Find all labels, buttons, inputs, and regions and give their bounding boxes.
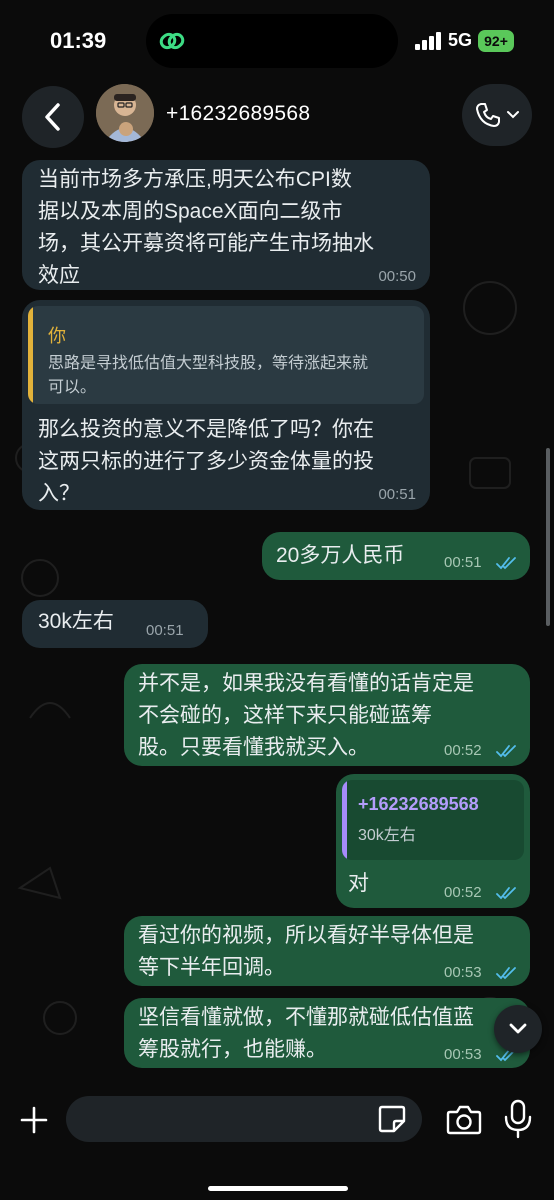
status-bar: 01:39 5G 92+ — [0, 0, 554, 80]
message-outgoing[interactable]: 20多万人民币 00:51 — [262, 532, 530, 580]
message-text: 那么投资的意义不是降低了吗？你在 这两只标的进行了多少资金体量的投 入？ — [38, 418, 374, 505]
message-time: 00:51 — [378, 486, 416, 503]
message-time: 00:51 — [146, 622, 184, 639]
message-outgoing[interactable]: +16232689568 30k左右 对 00:52 — [336, 774, 530, 908]
attach-button[interactable] — [14, 1100, 54, 1140]
chat-header: +16232689568 — [0, 80, 554, 158]
dynamic-island — [146, 14, 398, 68]
message-text: 20多万人民币 — [276, 544, 405, 567]
message-text: 当前市场多方承压,明天公布CPI数 据以及本周的SpaceX面向二级市 场，其公… — [38, 168, 374, 287]
home-indicator — [208, 1186, 348, 1191]
quote-accent-bar — [28, 306, 33, 404]
message-time: 00:52 — [444, 884, 482, 901]
microphone-icon[interactable] — [500, 1098, 536, 1140]
read-receipt-icon — [496, 745, 516, 758]
read-receipt-icon — [496, 967, 516, 980]
chat-area[interactable]: 当前市场多方承压,明天公布CPI数 据以及本周的SpaceX面向二级市 场，其公… — [0, 158, 554, 1086]
message-time: 00:51 — [444, 554, 482, 571]
chevron-down-icon — [509, 1023, 527, 1034]
call-button[interactable] — [462, 84, 532, 146]
read-receipt-icon — [496, 887, 516, 900]
message-incoming[interactable]: 你 思路是寻找低估值大型科技股，等待涨起来就 可以。 那么投资的意义不是降低了吗… — [22, 300, 430, 510]
composer-bar — [0, 1086, 554, 1200]
network-label: 5G — [448, 30, 473, 50]
quote-text: 思路是寻找低估值大型科技股，等待涨起来就 可以。 — [48, 355, 369, 396]
status-time: 01:39 — [50, 28, 107, 53]
message-outgoing[interactable]: 看过你的视频，所以看好半导体但是 等下半年回调。 00:53 — [124, 916, 530, 986]
message-outgoing[interactable]: 并不是，如果我没有看懂的话肯定是 不会碰的，这样下来只能碰蓝筹 股。只要看懂我就… — [124, 664, 530, 766]
sticker-icon[interactable] — [376, 1103, 408, 1135]
message-time: 00:52 — [444, 742, 482, 759]
back-chevron-icon — [45, 103, 60, 131]
message-text: 30k左右 — [38, 610, 114, 633]
scroll-to-bottom-button[interactable] — [494, 1005, 542, 1053]
quote-text: 30k左右 — [358, 827, 416, 844]
read-receipt-icon — [496, 557, 516, 570]
plus-icon — [20, 1106, 48, 1134]
avatar-photo — [96, 84, 154, 142]
quoted-message[interactable]: 你 思路是寻找低估值大型科技股，等待涨起来就 可以。 — [28, 306, 424, 404]
camera-icon[interactable] — [444, 1100, 484, 1140]
message-time: 00:53 — [444, 964, 482, 981]
avatar[interactable] — [96, 84, 154, 142]
signal-icon — [415, 32, 441, 50]
message-time: 00:53 — [444, 1046, 482, 1063]
message-incoming[interactable]: 当前市场多方承压,明天公布CPI数 据以及本周的SpaceX面向二级市 场，其公… — [22, 160, 430, 290]
message-text: 对 — [348, 872, 369, 895]
contact-name[interactable]: +16232689568 — [166, 102, 310, 126]
quote-accent-bar — [342, 780, 347, 860]
scrollbar[interactable] — [546, 448, 550, 626]
link-icon — [159, 32, 185, 50]
battery-indicator: 92+ — [478, 30, 514, 52]
message-time: 00:50 — [378, 268, 416, 285]
message-input[interactable] — [66, 1096, 422, 1142]
back-button[interactable] — [22, 86, 84, 148]
phone-icon — [476, 103, 500, 127]
quote-author: +16232689568 — [358, 794, 479, 814]
message-incoming[interactable]: 30k左右 00:51 — [22, 600, 208, 648]
chevron-down-icon — [507, 111, 519, 119]
quote-author: 你 — [48, 326, 66, 346]
quoted-message[interactable]: +16232689568 30k左右 — [342, 780, 524, 860]
message-outgoing[interactable]: 坚信看懂就做，不懂那就碰低估值蓝 筹股就行，也能赚。 00:53 — [124, 998, 530, 1068]
